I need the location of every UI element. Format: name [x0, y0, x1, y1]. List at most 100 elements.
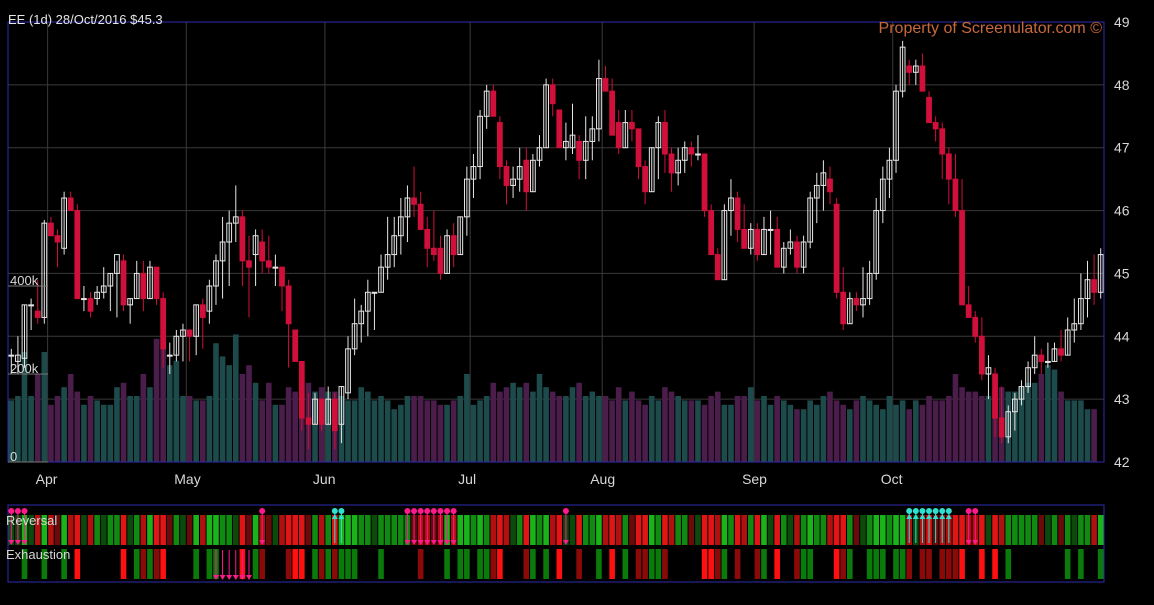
volume-bar: [345, 400, 351, 462]
reversal-bar: [470, 515, 477, 545]
y-tick-label: 47: [1114, 140, 1130, 156]
exhaustion-bar: [1078, 549, 1084, 579]
reversal-bar: [681, 515, 688, 545]
candle-body: [54, 235, 61, 243]
volume-bar: [847, 409, 853, 462]
exhaustion-bar: [497, 549, 503, 579]
reversal-bar: [140, 515, 147, 545]
candle-body: [1091, 279, 1097, 293]
volume-bar: [365, 391, 371, 462]
reversal-bar: [523, 515, 530, 545]
candle-body: [609, 90, 615, 136]
volume-bar: [813, 404, 820, 462]
candle-body: [939, 128, 946, 155]
exhaustion-bar: [193, 549, 199, 579]
exhaustion-bar: [332, 549, 338, 579]
volume-bar: [358, 387, 365, 462]
candle-body: [668, 153, 675, 174]
reversal-bar: [662, 515, 668, 545]
candle-body: [490, 90, 497, 117]
exhaustion-bar: [794, 549, 800, 579]
reversal-bar: [1097, 515, 1104, 545]
reversal-bar: [358, 515, 365, 545]
reversal-bar: [312, 515, 318, 545]
volume-bar: [431, 400, 437, 462]
volume-bar: [1025, 382, 1031, 462]
reversal-bar: [714, 515, 721, 545]
candle-body: [298, 360, 305, 419]
volume-bar: [147, 387, 153, 462]
reversal-bar: [728, 515, 734, 545]
volume-bar: [94, 400, 100, 462]
volume-bar: [662, 387, 668, 462]
reversal-bar: [94, 515, 100, 545]
candle-body: [853, 298, 860, 306]
volume-bar: [199, 400, 206, 462]
volume-bar: [206, 396, 213, 462]
exhaustion-bar: [642, 549, 648, 579]
volume-bar: [569, 387, 576, 462]
volume-bar: [371, 400, 378, 462]
volume-bar: [246, 365, 252, 462]
candle-body: [635, 128, 642, 168]
exhaustion-bar: [556, 549, 563, 579]
volume-bar: [932, 400, 939, 462]
candle-body: [74, 210, 81, 300]
volume-bar: [721, 404, 728, 462]
candle-body: [708, 210, 715, 256]
volume-bar: [530, 391, 536, 462]
exhaustion-bar: [153, 549, 160, 579]
candle-body: [998, 417, 1005, 438]
volume-bar: [589, 391, 596, 462]
reversal-bar: [1031, 515, 1038, 545]
exhaustion-bar: [800, 549, 807, 579]
candle-body: [1038, 354, 1045, 362]
exhaustion-bar: [318, 549, 325, 579]
candle-body: [754, 228, 761, 256]
volume-bar: [556, 396, 563, 462]
volume-bar: [523, 382, 530, 462]
candle-body: [153, 266, 160, 300]
volume-bar: [714, 391, 721, 462]
volume-bar: [1084, 409, 1091, 462]
exhaustion-bar: [833, 549, 840, 579]
volume-bar: [120, 382, 127, 462]
reversal-bar: [767, 515, 774, 545]
candle-body: [292, 329, 299, 362]
reversal-bar: [668, 515, 675, 545]
exhaustion-bar: [1064, 549, 1071, 579]
candle-body: [166, 354, 173, 357]
reversal-bar: [596, 515, 602, 545]
volume-bar: [34, 374, 41, 462]
candle-body: [576, 140, 582, 161]
volume-bar: [477, 400, 483, 462]
candle-body: [424, 228, 431, 249]
candle-body: [695, 153, 701, 156]
reversal-bar: [325, 515, 332, 545]
reversal-bar: [780, 515, 787, 545]
reversal-bar: [985, 515, 992, 545]
volume-bar: [1045, 365, 1051, 462]
volume-bar: [965, 391, 972, 462]
reversal-bar: [510, 515, 516, 545]
exhaustion-bar: [285, 549, 292, 579]
y-tick-label: 48: [1114, 77, 1130, 93]
reversal-bar: [959, 515, 965, 545]
volume-bar: [437, 404, 444, 462]
reversal-bar: [622, 515, 629, 545]
reversal-bar: [787, 515, 794, 545]
chart-stage: 42 43 44 45 46 47 48 49 Apr May Jun Jul Aug Sep Oct 0 20…: [0, 0, 1154, 600]
reversal-bar: [81, 515, 87, 545]
volume-bar: [880, 409, 886, 462]
exhaustion-bar: [206, 549, 213, 579]
reversal-bar: [107, 515, 114, 545]
exhaustion-bar: [120, 549, 127, 579]
candle-body: [549, 84, 556, 105]
candle-body: [952, 178, 959, 212]
reversal-bar: [853, 515, 860, 545]
volume-bar: [655, 400, 662, 462]
exhaustion-bar: [919, 549, 926, 579]
candle-body: [794, 241, 800, 268]
reversal-bar: [87, 515, 94, 545]
reversal-bar: [794, 515, 800, 545]
